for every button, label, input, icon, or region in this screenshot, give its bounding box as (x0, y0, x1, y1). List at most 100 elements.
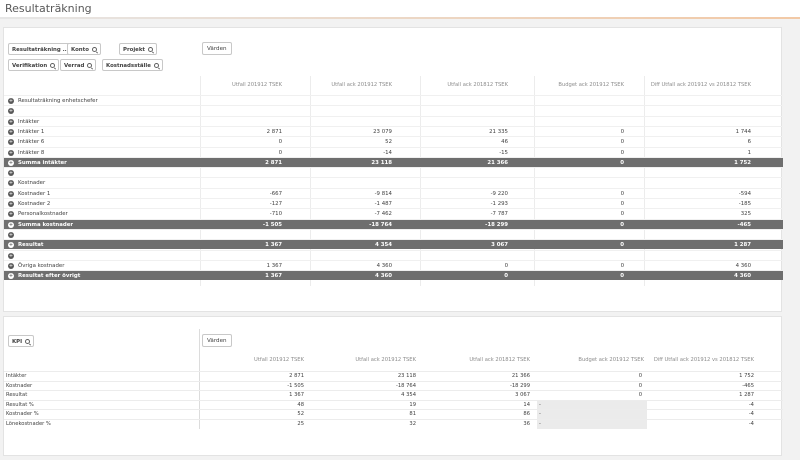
cell-value: 4 360 (735, 262, 751, 269)
expand-icon[interactable]: + (8, 252, 14, 259)
kpi-label: Resultat (6, 392, 28, 399)
cell-value: 14 (523, 401, 530, 408)
filter-label: Verrad (64, 63, 85, 69)
table-row[interactable]: + (4, 228, 783, 239)
total-row[interactable]: + Summa kostnader -1 505 -18 764 -18 299 0 -46… (4, 218, 783, 229)
expand-icon[interactable]: + (8, 242, 14, 249)
column-header[interactable]: Utfall ack 201812 TSEK (422, 357, 530, 363)
expand-icon[interactable]: + (8, 128, 14, 135)
values-button[interactable]: Värden (202, 42, 232, 55)
table-row[interactable]: + Intäkter 8 0 -14 -15 0 1 (4, 146, 783, 157)
cell-value: -1 487 (374, 201, 392, 207)
cell-value: 4 354 (401, 392, 416, 399)
filter-label: Projekt (123, 47, 145, 53)
column-header[interactable]: Budget ack 201912 TSEK (534, 357, 644, 363)
cell-value: -1 505 (287, 382, 304, 389)
column-header[interactable]: Budget ack 201912 TSEK (534, 82, 624, 88)
table-row[interactable]: + (4, 105, 783, 115)
table-row[interactable]: + (4, 249, 783, 260)
kpi-row[interactable]: Lönekostnader % 25 32 36 - -4 (4, 419, 783, 429)
cell-value: 3 067 (491, 242, 508, 249)
cell-value: -185 (738, 201, 751, 207)
expand-icon[interactable]: + (8, 180, 14, 187)
kpi-row[interactable]: Intäkter 2 871 23 118 21 366 0 1 752 (4, 371, 783, 380)
expand-icon[interactable]: + (8, 118, 14, 125)
table-row[interactable]: + Kostnader 2 -127 -1 487 -1 293 0 -185 (4, 198, 783, 208)
column-header[interactable]: Diff Utfall ack 201912 vs 201812 TSEK (644, 82, 751, 88)
search-icon (25, 339, 31, 344)
filter-label: Resultaträkning ... (12, 47, 69, 53)
table-row[interactable]: + Kostnader (4, 177, 783, 187)
cell-value: 23 079 (373, 128, 392, 135)
filter-kpi[interactable]: KPI (8, 335, 35, 347)
cell-value: 4 360 (734, 273, 751, 280)
cell-value: 48 (297, 401, 304, 408)
cell-value: 1 752 (739, 373, 754, 379)
table-row[interactable]: + Intäkter (4, 115, 783, 126)
column-header[interactable]: Utfall ack 201912 TSEK (310, 82, 392, 88)
cell-value: 0 (504, 273, 508, 280)
expand-icon[interactable]: + (8, 231, 14, 238)
cell-value: 0 (620, 211, 624, 218)
expand-icon[interactable]: + (8, 190, 14, 197)
filter-verrad[interactable]: Verrad (60, 59, 97, 71)
cell-value: -1 505 (262, 221, 282, 228)
table-row[interactable]: + (4, 167, 783, 177)
row-label: Summa kostnader (18, 221, 74, 228)
filter-projekt[interactable]: Projekt (119, 43, 157, 55)
table-row[interactable]: + Resultaträkning enhetschefer (4, 95, 783, 105)
column-header[interactable]: Diff Utfall ack 201912 vs 201812 TSEK (646, 357, 754, 363)
filter-label: Kostnadsställe (106, 63, 151, 69)
row-label: Resultat efter övrigt (18, 273, 81, 280)
cell-value: 325 (740, 211, 751, 218)
kpi-label: Resultat % (6, 401, 34, 408)
expand-icon[interactable]: + (8, 159, 14, 166)
kpi-row[interactable]: Kostnader % 52 81 86 - -4 (4, 409, 783, 420)
cell-value: -18 299 (509, 382, 530, 389)
expand-icon[interactable]: + (8, 149, 14, 156)
cell-value: 1 744 (735, 128, 751, 135)
expand-icon[interactable]: + (8, 221, 14, 228)
table-row[interactable]: + Personalkostnader -710 -7 462 -7 787 0 325 (4, 208, 783, 218)
cell-value: -1 293 (490, 201, 508, 207)
table-row[interactable]: + Intäkter 6 0 52 46 0 6 (4, 136, 783, 146)
top-bar: Resultaträkning (0, 0, 800, 19)
table-row[interactable]: + Övriga kostnader 1 367 4 360 0 0 4 360 (4, 259, 783, 270)
expand-icon[interactable]: + (8, 273, 14, 280)
cell-value: -18 764 (395, 382, 416, 389)
cell-value: -9 220 (490, 190, 508, 197)
expand-icon[interactable]: + (8, 108, 14, 115)
table-row[interactable]: + Kostnader 1 -667 -9 814 -9 220 0 -594 (4, 187, 783, 198)
cell-value: -7 462 (374, 211, 392, 218)
column-header[interactable]: Utfall 201912 TSEK (200, 357, 304, 363)
total-row[interactable]: + Resultat 1 367 4 354 3 067 0 1 287 (4, 239, 783, 250)
column-header[interactable]: Utfall ack 201812 TSEK (420, 82, 508, 88)
search-icon (87, 63, 93, 68)
cell-value: 1 367 (265, 273, 282, 280)
expand-icon[interactable]: + (8, 262, 14, 269)
row-label: Intäkter (18, 118, 40, 125)
filter-konto[interactable]: Konto (67, 43, 101, 55)
expand-icon[interactable]: + (8, 98, 14, 104)
total-row[interactable]: + Summa intäkter 2 871 23 118 21 366 0 1 752 (4, 156, 783, 167)
expand-icon[interactable]: + (8, 139, 14, 146)
kpi-row[interactable]: Kostnader -1 505 -18 764 -18 299 0 -465 (4, 380, 783, 390)
total-row[interactable]: + Resultat efter övrigt 1 367 4 360 0 0 4 360 (4, 270, 783, 281)
filter-verifikation[interactable]: Verifikation (8, 59, 60, 71)
expand-icon[interactable]: + (8, 201, 14, 207)
kpi-row[interactable]: Resultat % 48 19 14 - -4 (4, 399, 783, 410)
cell-value: -667 (269, 190, 282, 197)
cell-value: 1 752 (734, 159, 751, 166)
cell-value: 0 (620, 273, 624, 280)
kpi-row[interactable]: Resultat 1 367 4 354 3 067 0 1 287 (4, 390, 783, 399)
filter-kostnadsstalle[interactable]: Kostnadsställe (102, 59, 163, 71)
row-label: Summa intäkter (18, 159, 67, 166)
cell-value: - (539, 401, 541, 408)
expand-icon[interactable]: + (8, 211, 14, 218)
table-row[interactable]: + Intäkter 1 2 871 23 079 21 335 0 1 744 (4, 125, 783, 136)
expand-icon[interactable]: + (8, 170, 14, 177)
kpi-label: Intäkter (6, 373, 27, 379)
values-button[interactable]: Värden (202, 334, 232, 347)
column-header[interactable]: Utfall ack 201912 TSEK (310, 357, 416, 363)
column-header[interactable]: Utfall 201912 TSEK (200, 82, 282, 88)
